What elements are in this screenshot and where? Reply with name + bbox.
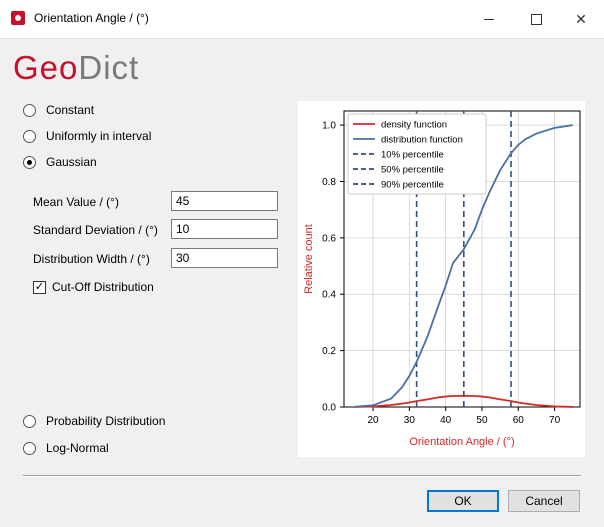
close-icon: ✕ <box>575 10 587 27</box>
cancel-button[interactable]: Cancel <box>508 490 580 512</box>
cutoff-label: Cut-Off Distribution <box>52 280 154 294</box>
distribution-chart-svg: 20 30 40 50 60 70 0.0 0.2 0.4 0.6 0.8 1.0 Orientatio… <box>303 110 581 448</box>
title-bar: Orientation Angle / (°) ✕ <box>0 0 604 39</box>
window-title: Orientation Angle / (°) <box>34 11 149 25</box>
ok-button[interactable]: OK <box>427 490 499 512</box>
separator <box>23 475 581 477</box>
option-probability-label: Probability Distribution <box>46 414 166 428</box>
maximize-icon <box>530 13 542 25</box>
x-tick-label: 70 <box>549 415 561 426</box>
y-tick-label: 0.8 <box>322 177 336 188</box>
maximize-button[interactable] <box>513 0 559 38</box>
std-input[interactable] <box>171 219 278 239</box>
app-icon <box>11 11 25 25</box>
width-input[interactable] <box>171 248 278 268</box>
option-uniform[interactable]: Uniformly in interval <box>23 128 151 144</box>
option-constant[interactable]: Constant <box>23 102 94 118</box>
logo-geo: Geo <box>13 49 79 86</box>
minimize-button[interactable] <box>466 0 512 38</box>
mean-input[interactable] <box>171 191 278 211</box>
option-uniform-label: Uniformly in interval <box>46 129 152 143</box>
option-lognormal-label: Log-Normal <box>46 441 109 455</box>
legend-label: 50% percentile <box>381 165 444 176</box>
close-button[interactable]: ✕ <box>558 0 604 38</box>
y-tick-label: 0.0 <box>322 403 336 414</box>
std-label: Standard Deviation / (°) <box>33 223 158 237</box>
option-probability[interactable]: Probability Distribution <box>23 413 165 429</box>
radio-lognormal[interactable] <box>23 441 36 455</box>
geodict-logo: GeoDict <box>13 49 139 87</box>
x-tick-label: 20 <box>367 415 379 426</box>
option-lognormal[interactable]: Log-Normal <box>23 440 109 456</box>
x-tick-label: 30 <box>404 415 416 426</box>
cutoff-checkbox[interactable]: ✓ <box>33 280 46 294</box>
y-tick-label: 0.6 <box>322 233 336 244</box>
x-tick-label: 50 <box>476 415 488 426</box>
width-label: Distribution Width / (°) <box>33 252 150 266</box>
y-tick-label: 1.0 <box>322 121 336 132</box>
x-tick-label: 40 <box>440 415 452 426</box>
y-tick-label: 0.4 <box>322 290 336 301</box>
mean-label: Mean Value / (°) <box>33 195 119 209</box>
radio-probability[interactable] <box>23 414 36 428</box>
distribution-plot: 20 30 40 50 60 70 0.0 0.2 0.4 0.6 0.8 1.0 Orientatio… <box>298 101 585 457</box>
option-gaussian-label: Gaussian <box>46 155 97 169</box>
cutoff-option[interactable]: ✓ Cut-Off Distribution <box>33 279 154 295</box>
option-gaussian[interactable]: Gaussian <box>23 154 97 170</box>
logo-dict: Dict <box>78 49 140 86</box>
y-axis-label: Relative count <box>303 224 315 294</box>
legend-label: 90% percentile <box>381 180 444 191</box>
radio-uniform[interactable] <box>23 129 36 143</box>
x-axis-label: Orientation Angle / (°) <box>409 436 514 448</box>
minimize-icon <box>484 18 494 20</box>
chart-legend: density function distribution function 10%… <box>347 113 487 195</box>
legend-label: density function <box>381 120 447 131</box>
x-tick-label: 60 <box>513 415 525 426</box>
y-tick-label: 0.2 <box>322 346 336 357</box>
radio-constant[interactable] <box>23 103 36 117</box>
legend-label: 10% percentile <box>381 150 444 161</box>
radio-gaussian[interactable] <box>23 155 36 169</box>
legend-label: distribution function <box>381 135 463 146</box>
option-constant-label: Constant <box>46 103 95 117</box>
